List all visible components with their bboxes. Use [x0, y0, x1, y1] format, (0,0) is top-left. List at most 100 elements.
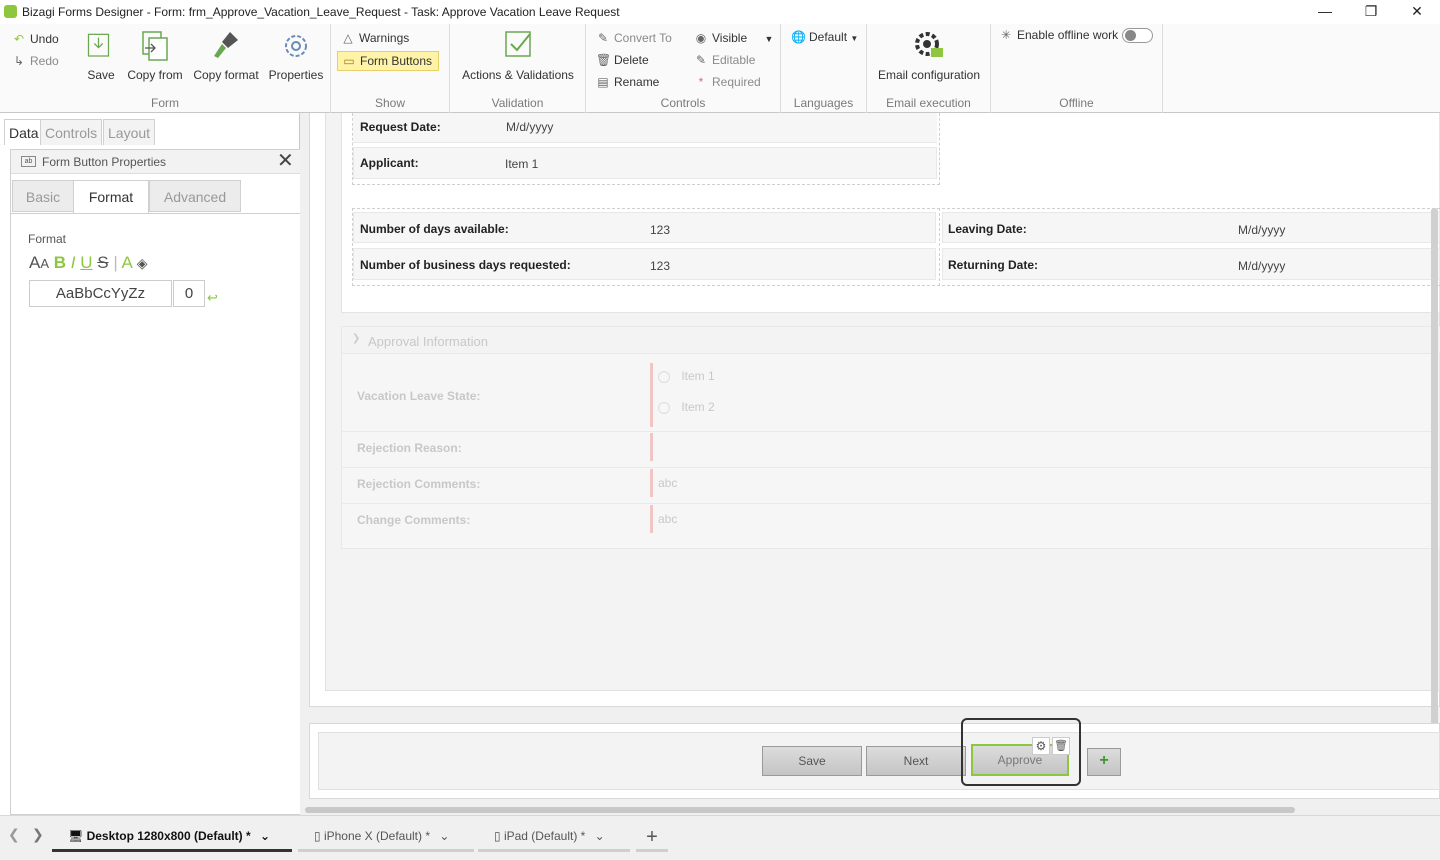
properties-title: Form Button Properties [42, 155, 167, 169]
chevron-down-icon: ▼ [764, 34, 774, 44]
copy-format-button[interactable]: Copy format [192, 28, 260, 82]
form-canvas: Request Date: M/d/yyyy Applicant: Item 1… [301, 113, 1440, 815]
request-date-value[interactable]: M/d/yyyy [506, 120, 553, 134]
font-color-icon[interactable]: A [122, 253, 132, 272]
form-buttons-icon: ▭ [343, 54, 355, 68]
checkmark-box-icon [505, 31, 531, 57]
title-bar: Bizagi Forms Designer - Form: frm_Approv… [0, 0, 1440, 24]
properties-button[interactable]: Properties [268, 28, 324, 82]
underline-icon[interactable]: U [80, 253, 92, 272]
reset-format-icon[interactable]: ↩ [207, 290, 218, 306]
offline-toggle-switch[interactable] [1122, 28, 1153, 43]
device-tab-desktop[interactable]: 🖥 Desktop 1280x800 (Default) * ⌄ [52, 824, 292, 852]
approve-delete-icon[interactable]: 🗑 [1052, 737, 1070, 755]
format-preview-box: AaBbCcYyZz [29, 280, 172, 307]
horizontal-scrollbar[interactable] [305, 807, 1295, 813]
rename-icon: ▤ [597, 75, 609, 89]
tab-data[interactable]: Data [4, 119, 44, 145]
edit-icon: ✎ [695, 53, 707, 67]
font-increase-icon[interactable]: A [29, 253, 40, 272]
required-toggle[interactable]: * Required [694, 73, 761, 91]
add-device-tab-button[interactable]: + [636, 824, 668, 852]
copy-from-button[interactable]: Copy from [126, 28, 184, 82]
rename-button[interactable]: ▤ Rename [596, 73, 659, 91]
visible-toggle[interactable]: ◉ Visible ▼ [694, 29, 774, 47]
add-form-button[interactable]: + [1087, 748, 1121, 776]
fill-color-icon[interactable]: ◈ [137, 255, 148, 271]
tab-layout[interactable]: Layout [103, 119, 156, 145]
gear-icon [285, 35, 307, 57]
asterisk-icon: * [698, 75, 704, 89]
format-toolbar: AA B I U S | A ◈ [29, 253, 148, 272]
ribbon-group-show: △ Warnings ▭ Form Buttons Show [331, 24, 450, 113]
form-save-button[interactable]: Save [762, 746, 862, 776]
form-next-button[interactable]: Next [866, 746, 966, 776]
email-gear-icon [915, 32, 943, 57]
bizagi-logo-icon [4, 5, 17, 18]
prop-tab-format[interactable]: Format [73, 180, 149, 214]
group-label-form: Form [151, 96, 179, 110]
redo-icon: ↳ [13, 54, 25, 68]
change-comments-label: Change Comments: [357, 513, 471, 527]
copy-from-icon [142, 31, 168, 61]
device-tab-iphone[interactable]: ▯ iPhone X (Default) * ⌄ [298, 824, 474, 852]
business-days-value[interactable]: 123 [650, 259, 670, 273]
warnings-toggle[interactable]: △ Warnings [341, 29, 409, 47]
ribbon-toolbar: ↶ Undo ↳ Redo Save Copy from Copy format… [0, 24, 1440, 113]
vertical-scrollbar[interactable] [1431, 208, 1438, 798]
convert-to-button[interactable]: ✎ Convert To [596, 29, 672, 47]
form-buttons-toggle[interactable]: ▭ Form Buttons [337, 51, 440, 71]
group-label-validation: Validation [491, 96, 544, 110]
save-icon [87, 33, 110, 57]
format-label: Format [28, 232, 67, 246]
group-label-show: Show [374, 96, 406, 110]
returning-date-value[interactable]: M/d/yyyy [1238, 259, 1285, 273]
approve-settings-icon[interactable]: ⚙ [1032, 737, 1050, 755]
bold-icon[interactable]: B [54, 253, 66, 272]
actions-validations-button[interactable]: Actions & Validations [462, 28, 574, 82]
undo-button[interactable]: ↶ Undo [12, 30, 59, 48]
chevron-down-icon: ⌄ [594, 829, 605, 843]
font-decrease-icon[interactable]: A [40, 256, 49, 271]
days-available-value[interactable]: 123 [650, 223, 670, 237]
scroll-right-icon[interactable]: ❯ [32, 826, 44, 843]
chevron-down-icon: ⌄ [260, 829, 271, 843]
language-dropdown[interactable]: 🌐 Default ▼ [791, 28, 858, 46]
format-size-field[interactable]: 0 [173, 280, 205, 307]
prop-tab-basic[interactable]: Basic [12, 180, 74, 212]
rejection-reason-label: Rejection Reason: [357, 441, 462, 455]
vacation-state-label: Vacation Leave State: [357, 389, 481, 403]
rejection-comments-field[interactable]: abc [650, 469, 1440, 497]
request-date-label: Request Date: [360, 120, 441, 134]
rejection-reason-field[interactable] [650, 433, 1440, 461]
approval-header[interactable]: ❯ Approval Information [342, 327, 1440, 354]
leaving-date-value[interactable]: M/d/yyyy [1238, 223, 1285, 237]
italic-icon[interactable]: I [71, 253, 76, 272]
save-ribbon-button[interactable]: Save [86, 28, 116, 82]
leaving-date-label: Leaving Date: [948, 222, 1027, 236]
strikethrough-icon[interactable]: S [97, 253, 108, 272]
delete-control-button[interactable]: 🗑 Delete [596, 51, 649, 69]
tablet-icon: ▯ [494, 829, 501, 843]
prop-tab-advanced[interactable]: Advanced [149, 180, 241, 212]
radio-item-2[interactable]: Item 2 [658, 400, 715, 416]
editable-toggle[interactable]: ✎ Editable [694, 51, 755, 69]
minimize-button[interactable]: — [1302, 0, 1348, 24]
ribbon-group-form: ↶ Undo ↳ Redo Save Copy from Copy format… [0, 24, 331, 113]
trash-icon: 🗑 [596, 53, 612, 67]
restore-button[interactable]: ❐ [1348, 0, 1394, 24]
radio-item-1[interactable]: Item 1 [658, 369, 715, 385]
chevron-down-icon: ❯ [352, 333, 361, 344]
group-label-offline: Offline [1059, 96, 1094, 110]
redo-button[interactable]: ↳ Redo [12, 52, 59, 70]
close-window-button[interactable]: ✕ [1394, 0, 1440, 24]
close-icon[interactable]: ✕ [277, 150, 294, 172]
applicant-label: Applicant: [360, 156, 419, 170]
days-divider [939, 208, 940, 286]
email-configuration-button[interactable]: Email configuration [877, 28, 981, 82]
applicant-value[interactable]: Item 1 [505, 157, 538, 171]
change-comments-field[interactable]: abc [650, 505, 1440, 533]
tab-controls[interactable]: Controls [40, 119, 103, 145]
scroll-left-icon[interactable]: ❮ [8, 826, 20, 843]
device-tab-ipad[interactable]: ▯ iPad (Default) * ⌄ [478, 824, 630, 852]
